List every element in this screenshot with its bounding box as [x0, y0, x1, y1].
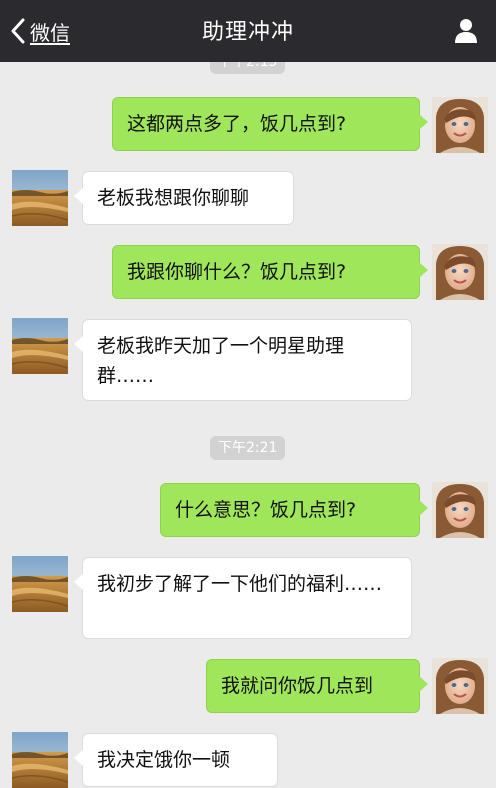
my-avatar[interactable] [432, 244, 488, 300]
contact-avatar[interactable] [12, 732, 68, 788]
contact-avatar[interactable] [12, 556, 68, 612]
sent-message-bubble[interactable]: 我跟你聊什么？饭几点到? [112, 245, 428, 299]
received-message-bubble[interactable]: 老板我想跟你聊聊 [74, 171, 294, 225]
person-icon [452, 19, 480, 48]
chat-area[interactable]: 下午2:15 这都两点多了，饭几点到? 老板我想跟你聊聊 我跟你聊什么？饭几点到… [0, 0, 496, 788]
sent-message-bubble[interactable]: 什么意思？饭几点到? [160, 483, 428, 537]
contact-avatar[interactable] [12, 170, 68, 226]
my-avatar[interactable] [432, 658, 488, 714]
sent-message-bubble[interactable]: 这都两点多了，饭几点到? [112, 97, 428, 151]
timestamp: 下午2:21 [210, 436, 286, 460]
received-message-bubble[interactable]: 我初步了解了一下他们的福利…… [74, 557, 412, 639]
received-message-bubble[interactable]: 老板我昨天加了一个明星助理群…… [74, 319, 412, 401]
page-title: 助理冲冲 [201, 20, 294, 45]
chat-info-button[interactable] [452, 16, 480, 44]
nav-bar: 微信 助理冲冲 [0, 0, 496, 62]
received-message-bubble[interactable]: 我决定饿你一顿 [74, 733, 278, 787]
sent-message-bubble[interactable]: 我就问你饭几点到 [206, 659, 428, 713]
my-avatar[interactable] [432, 97, 488, 153]
contact-avatar[interactable] [12, 318, 68, 374]
my-avatar[interactable] [432, 482, 488, 538]
